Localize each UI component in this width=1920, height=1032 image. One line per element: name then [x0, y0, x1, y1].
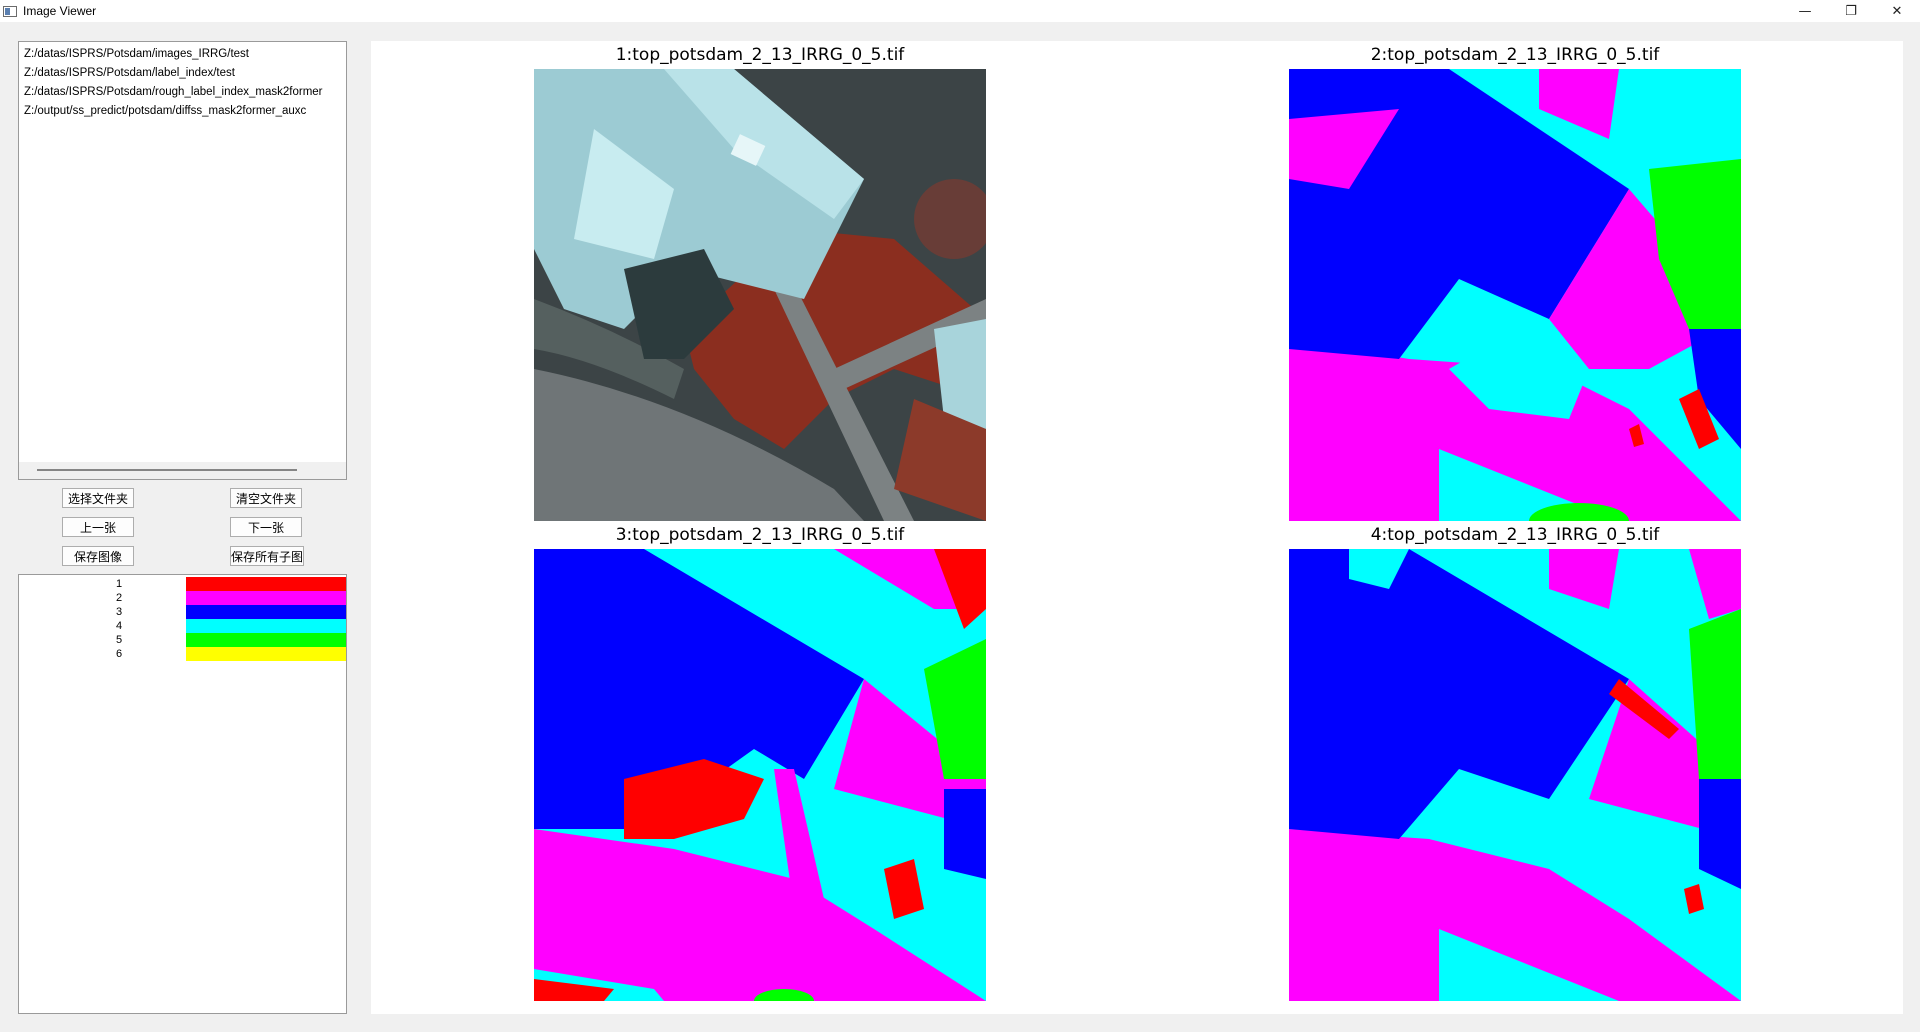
legend-swatch — [186, 577, 346, 591]
legend-label: 2 — [115, 592, 123, 604]
aerial-image — [534, 69, 986, 521]
legend-swatch — [186, 605, 346, 619]
legend-row: 6 — [19, 647, 346, 661]
select-folder-button[interactable]: 选择文件夹 — [62, 488, 134, 508]
save-all-subplots-button[interactable]: 保存所有子图 — [230, 546, 304, 566]
legend-label: 6 — [115, 648, 123, 660]
legend-swatch — [186, 647, 346, 661]
legend-swatch — [186, 591, 346, 605]
clear-folder-button[interactable]: 清空文件夹 — [230, 488, 302, 508]
legend-label: 4 — [115, 620, 123, 632]
restore-button[interactable]: ❐ — [1828, 0, 1874, 22]
predicted-label-map — [1289, 549, 1741, 1001]
subplot-title: 4:top_potsdam_2_13_IRRG_0_5.tif — [1370, 525, 1660, 545]
folder-item[interactable]: Z:/datas/ISPRS/Potsdam/label_index/test — [19, 64, 346, 83]
ground-truth-label-map — [1289, 69, 1741, 521]
legend-row: 1 — [19, 577, 346, 591]
folder-item[interactable]: Z:/datas/ISPRS/Potsdam/rough_label_index… — [19, 83, 346, 102]
image-canvas: 1:top_potsdam_2_13_IRRG_0_5.tif 2:top_po… — [371, 41, 1903, 1014]
legend-label: 3 — [115, 606, 123, 618]
horizontal-scrollbar[interactable] — [19, 462, 346, 479]
scrollbar-thumb[interactable] — [37, 469, 297, 471]
folder-list[interactable]: Z:/datas/ISPRS/Potsdam/images_IRRG/test … — [18, 41, 347, 480]
rough-label-map — [534, 549, 986, 1001]
save-image-button[interactable]: 保存图像 — [62, 546, 134, 566]
class-legend: 1 2 3 4 5 6 — [18, 574, 347, 1014]
window-controls: — ❐ ✕ — [1782, 0, 1920, 22]
legend-row: 5 — [19, 633, 346, 647]
folder-item[interactable]: Z:/datas/ISPRS/Potsdam/images_IRRG/test — [19, 45, 346, 64]
legend-row: 3 — [19, 605, 346, 619]
folder-item[interactable]: Z:/output/ss_predict/potsdam/diffss_mask… — [19, 102, 346, 121]
legend-row: 2 — [19, 591, 346, 605]
minimize-icon: — — [1798, 3, 1812, 19]
legend-swatch — [186, 633, 346, 647]
close-icon: ✕ — [1891, 3, 1903, 19]
legend-label: 1 — [115, 578, 123, 590]
app-icon — [3, 5, 17, 17]
title-bar: Image Viewer — ❐ ✕ — [0, 0, 1920, 22]
subplot-title: 3:top_potsdam_2_13_IRRG_0_5.tif — [615, 525, 905, 545]
legend-row: 4 — [19, 619, 346, 633]
close-button[interactable]: ✕ — [1874, 0, 1920, 22]
window-title: Image Viewer — [23, 4, 97, 18]
next-image-button[interactable]: 下一张 — [230, 517, 302, 537]
prev-image-button[interactable]: 上一张 — [62, 517, 134, 537]
minimize-button[interactable]: — — [1782, 0, 1828, 22]
legend-label: 5 — [115, 634, 123, 646]
restore-icon: ❐ — [1845, 3, 1857, 19]
subplot-title: 2:top_potsdam_2_13_IRRG_0_5.tif — [1370, 45, 1660, 65]
subplot-title: 1:top_potsdam_2_13_IRRG_0_5.tif — [615, 45, 905, 65]
legend-swatch — [186, 619, 346, 633]
